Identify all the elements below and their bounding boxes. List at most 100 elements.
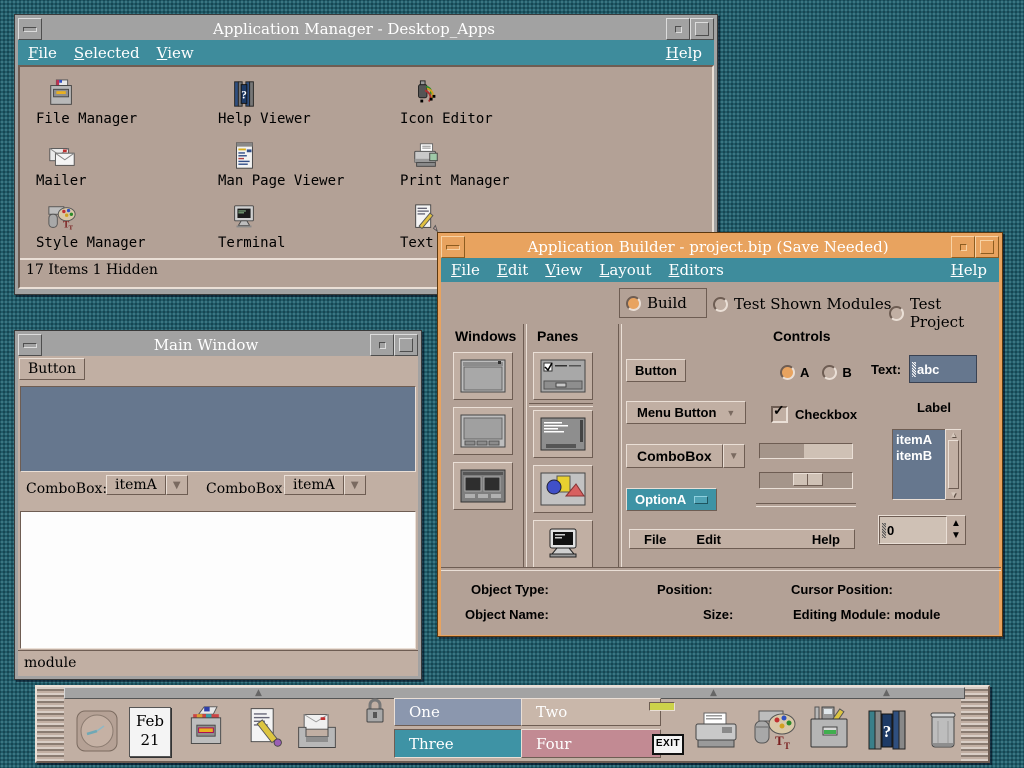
menu-help[interactable]: Help <box>666 44 702 62</box>
test-project-radio-group[interactable]: Test Project <box>889 295 999 331</box>
combobox-value[interactable]: itemA <box>284 475 344 495</box>
sample-button[interactable]: Button <box>19 358 85 380</box>
menubar-edit[interactable]: Edit <box>696 532 721 547</box>
app-icon-file-manager[interactable]: File Manager <box>36 79 206 127</box>
minimize-button[interactable] <box>370 334 394 356</box>
control-combobox[interactable]: ComboBox ▼ <box>626 444 745 468</box>
window-menu-button[interactable] <box>18 334 42 356</box>
palette-custom-dialog[interactable] <box>453 462 513 510</box>
palette-text-pane[interactable] <box>533 410 593 458</box>
app-icon-style-manager[interactable]: TT Style Manager <box>36 203 206 251</box>
trash-control[interactable] <box>927 709 959 755</box>
radio-a-group[interactable]: A B <box>780 365 852 380</box>
maximize-button[interactable] <box>975 236 999 258</box>
palette-terminal-pane[interactable] <box>533 520 593 568</box>
palette-dialog-window[interactable] <box>453 407 513 455</box>
palette-control-pane[interactable] <box>533 352 593 400</box>
app-icon-mailer[interactable]: Mailer <box>36 141 206 189</box>
spin-down-icon[interactable]: ▼ <box>951 531 961 541</box>
menubar-help[interactable]: Help <box>812 532 840 547</box>
lock-control[interactable] <box>364 697 386 731</box>
spin-box[interactable]: 0 ▲ ▼ <box>878 515 966 545</box>
menu-help[interactable]: Help <box>951 261 987 279</box>
slider-thumb[interactable] <box>793 473 823 486</box>
workspace-two-button[interactable]: Two <box>521 698 661 726</box>
menu-view[interactable]: View <box>157 44 194 62</box>
test-project-radio[interactable] <box>889 306 904 321</box>
app-icon-man-page-viewer[interactable]: Man Page Viewer <box>218 141 388 189</box>
checkbox-group[interactable]: ✓ Checkbox <box>771 406 857 423</box>
menu-view[interactable]: View <box>545 261 582 279</box>
checkbox[interactable]: ✓ <box>771 406 788 423</box>
chevron-down-icon[interactable]: ▼ <box>166 475 188 495</box>
maximize-button[interactable] <box>394 334 418 356</box>
scroll-down-icon[interactable]: ▼ <box>950 490 958 499</box>
application-manager-titlebar[interactable]: Application Manager - Desktop_Apps <box>18 18 714 40</box>
app-icon-help-viewer[interactable]: ? Help Viewer <box>218 79 388 127</box>
menu-layout[interactable]: Layout <box>599 261 651 279</box>
control-button[interactable]: Button <box>626 359 686 382</box>
minimize-button[interactable] <box>666 18 690 40</box>
workspace-one-button[interactable]: One <box>394 698 530 726</box>
maximize-button[interactable] <box>690 18 714 40</box>
mailer-control[interactable] <box>295 709 339 753</box>
list-scrollbar[interactable]: ▲ ▼ <box>945 429 962 500</box>
spin-up-icon[interactable]: ▲ <box>951 519 961 529</box>
control-menu-button[interactable]: Menu Button ▼ <box>626 401 746 424</box>
application-builder-titlebar[interactable]: Application Builder - project.bip (Save … <box>441 236 999 258</box>
workspace-three-button[interactable]: Three <box>394 729 530 758</box>
build-radio[interactable] <box>626 296 641 311</box>
scroll-up-icon[interactable]: ▲ <box>950 430 958 439</box>
panel-right-handle[interactable] <box>961 687 988 761</box>
chevron-down-icon[interactable]: ▼ <box>344 475 366 495</box>
spin-field[interactable]: 0 <box>879 516 947 544</box>
build-radio-group[interactable]: Build <box>619 288 707 318</box>
scrollbar-thumb[interactable] <box>948 440 959 489</box>
window-menu-button[interactable] <box>441 236 465 258</box>
menu-file[interactable]: File <box>451 261 480 279</box>
subpanel-up-arrow-icon[interactable]: ▲ <box>255 688 262 699</box>
main-window-titlebar[interactable]: Main Window <box>18 334 418 356</box>
size-label: Size: <box>703 607 733 622</box>
radio-a[interactable] <box>780 365 795 380</box>
file-manager-control[interactable] <box>184 705 228 749</box>
menu-file[interactable]: File <box>28 44 57 62</box>
menu-editors[interactable]: Editors <box>669 261 724 279</box>
app-icon-terminal[interactable]: Terminal <box>218 203 388 251</box>
menubar-file[interactable]: File <box>644 532 666 547</box>
radio-b[interactable] <box>822 365 837 380</box>
style-manager-control[interactable]: TT <box>749 707 799 757</box>
list-box[interactable]: itemA itemB <box>892 429 947 500</box>
slider[interactable] <box>759 472 853 489</box>
app-icon-icon-editor[interactable]: Icon Editor <box>400 79 570 127</box>
subpanel-up-arrow-icon[interactable]: ▲ <box>710 688 717 699</box>
subpanel-up-arrow-icon[interactable]: ▲ <box>883 688 890 699</box>
control-option-menu[interactable]: OptionA <box>626 488 717 511</box>
menu-selected[interactable]: Selected <box>74 44 140 62</box>
text-field[interactable]: abc <box>909 355 977 383</box>
test-modules-radio-group[interactable]: Test Shown Modules <box>713 295 891 313</box>
menu-edit[interactable]: Edit <box>497 261 528 279</box>
panel-left-handle[interactable] <box>37 687 64 761</box>
window-menu-button[interactable] <box>18 18 42 40</box>
minimize-button[interactable] <box>951 236 975 258</box>
clock-control[interactable] <box>75 709 119 753</box>
combobox-value[interactable]: itemA <box>106 475 166 495</box>
calendar-control[interactable]: Feb 21 <box>129 707 171 757</box>
text-pane[interactable] <box>20 511 416 649</box>
spin-arrows[interactable]: ▲ ▼ <box>947 516 965 544</box>
palette-draw-pane[interactable] <box>533 465 593 513</box>
list-item[interactable]: itemA <box>896 432 943 448</box>
workspace-four-button[interactable]: Four <box>521 729 661 758</box>
help-control[interactable]: ? <box>865 707 911 755</box>
text-editor-control[interactable] <box>242 705 286 749</box>
list-item[interactable]: itemB <box>896 448 943 464</box>
printer-control[interactable] <box>692 711 740 755</box>
application-manager-control[interactable] <box>805 705 853 755</box>
exit-button[interactable]: EXIT <box>652 734 684 755</box>
combobox[interactable]: itemA ▼ <box>106 475 188 495</box>
test-modules-radio[interactable] <box>713 297 728 312</box>
combobox[interactable]: itemA ▼ <box>284 475 366 495</box>
app-icon-print-manager[interactable]: Print Manager <box>400 141 570 189</box>
palette-main-window[interactable] <box>453 352 513 400</box>
